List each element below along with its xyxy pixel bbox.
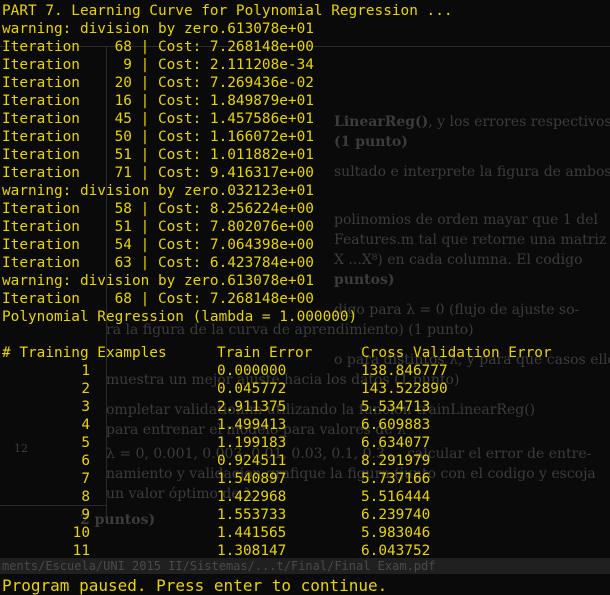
table-cell-cv-error: 138.846777 — [361, 363, 448, 379]
table-cell-examples: 5 — [81, 435, 90, 451]
terminal-log-line: Iteration 20 | Cost: 7.269436e-02 — [2, 75, 314, 91]
table-cell-examples: 3 — [81, 399, 90, 415]
table-cell-train-error: 1.441565 — [217, 525, 287, 541]
terminal-header-line: PART 7. Learning Curve for Polynomial Re… — [2, 3, 453, 19]
terminal-log-line: Iteration 68 | Cost: 7.268148e+00 — [2, 39, 314, 55]
table-cell-cv-error: 5.516444 — [361, 489, 431, 505]
terminal-log-line: Iteration 63 | Cost: 6.423784e+00 — [2, 255, 314, 271]
terminal-log-line: Iteration 51 | Cost: 7.802076e+00 — [2, 219, 314, 235]
terminal-log-line: Polynomial Regression (lambda = 1.000000… — [2, 309, 358, 325]
table-cell-examples: 4 — [81, 417, 90, 433]
table-cell-cv-error: 143.522890 — [361, 381, 448, 397]
terminal-log-line: Iteration 71 | Cost: 9.416317e+00 — [2, 165, 314, 181]
table-cell-train-error: 1.199183 — [217, 435, 287, 451]
table-cell-cv-error: 6.634077 — [361, 435, 431, 451]
table-cell-examples: 1 — [81, 363, 90, 379]
terminal-log-line: Iteration 54 | Cost: 7.064398e+00 — [2, 237, 314, 253]
table-cell-train-error: 1.540897 — [217, 471, 287, 487]
terminal-log-line: Iteration 45 | Cost: 1.457586e+01 — [2, 111, 314, 127]
table-cell-cv-error: 5.737166 — [361, 471, 431, 487]
table-cell-train-error: 0.045772 — [217, 381, 287, 397]
table-cell-cv-error: 8.291979 — [361, 453, 431, 469]
table-cell-train-error: 1.553733 — [217, 507, 287, 523]
terminal-log-line: Iteration 16 | Cost: 1.849879e+01 — [2, 93, 314, 109]
table-cell-examples: 7 — [81, 471, 90, 487]
terminal-log-line: Iteration 51 | Cost: 1.011882e+01 — [2, 147, 314, 163]
table-cell-cv-error: 5.534713 — [361, 399, 431, 415]
table-header-training-examples: # Training Examples — [2, 345, 167, 361]
table-header-train-error: Train Error — [217, 345, 313, 361]
table-cell-cv-error: 5.983046 — [361, 525, 431, 541]
table-cell-train-error: 0.000000 — [217, 363, 287, 379]
table-cell-examples: 8 — [81, 489, 90, 505]
table-cell-examples: 6 — [81, 453, 90, 469]
terminal-log-line: warning: division by zero.613078e+01 — [2, 273, 314, 289]
terminal-log-line: Iteration 9 | Cost: 2.111208e-34 — [2, 57, 314, 73]
table-cell-train-error: 0.924511 — [217, 453, 287, 469]
terminal-window[interactable]: PART 7. Learning Curve for Polynomial Re… — [0, 0, 610, 588]
terminal-log-line: Iteration 50 | Cost: 1.166072e+01 — [2, 129, 314, 145]
terminal-log-line: Iteration 58 | Cost: 8.256224e+00 — [2, 201, 314, 217]
terminal-prompt-line: Program paused. Press enter to continue. — [2, 576, 388, 595]
table-cell-train-error: 1.422968 — [217, 489, 287, 505]
table-header-cv-error: Cross Validation Error — [361, 345, 552, 361]
table-cell-examples: 9 — [81, 507, 90, 523]
terminal-log-line: warning: division by zero.613078e+01 — [2, 21, 314, 37]
table-cell-examples: 10 — [72, 525, 90, 541]
pdf-path-status-bar: ments/Escuela/UNI 2015 II/Sistemas/...t/… — [0, 558, 610, 574]
table-cell-cv-error: 6.609883 — [361, 417, 431, 433]
table-cell-train-error: 2.911375 — [217, 399, 287, 415]
table-cell-train-error: 1.499413 — [217, 417, 287, 433]
table-cell-examples: 2 — [81, 381, 90, 397]
terminal-log-line: warning: division by zero.032123e+01 — [2, 183, 314, 199]
terminal-log-line: Iteration 68 | Cost: 7.268148e+00 — [2, 291, 314, 307]
table-cell-cv-error: 6.239740 — [361, 507, 431, 523]
